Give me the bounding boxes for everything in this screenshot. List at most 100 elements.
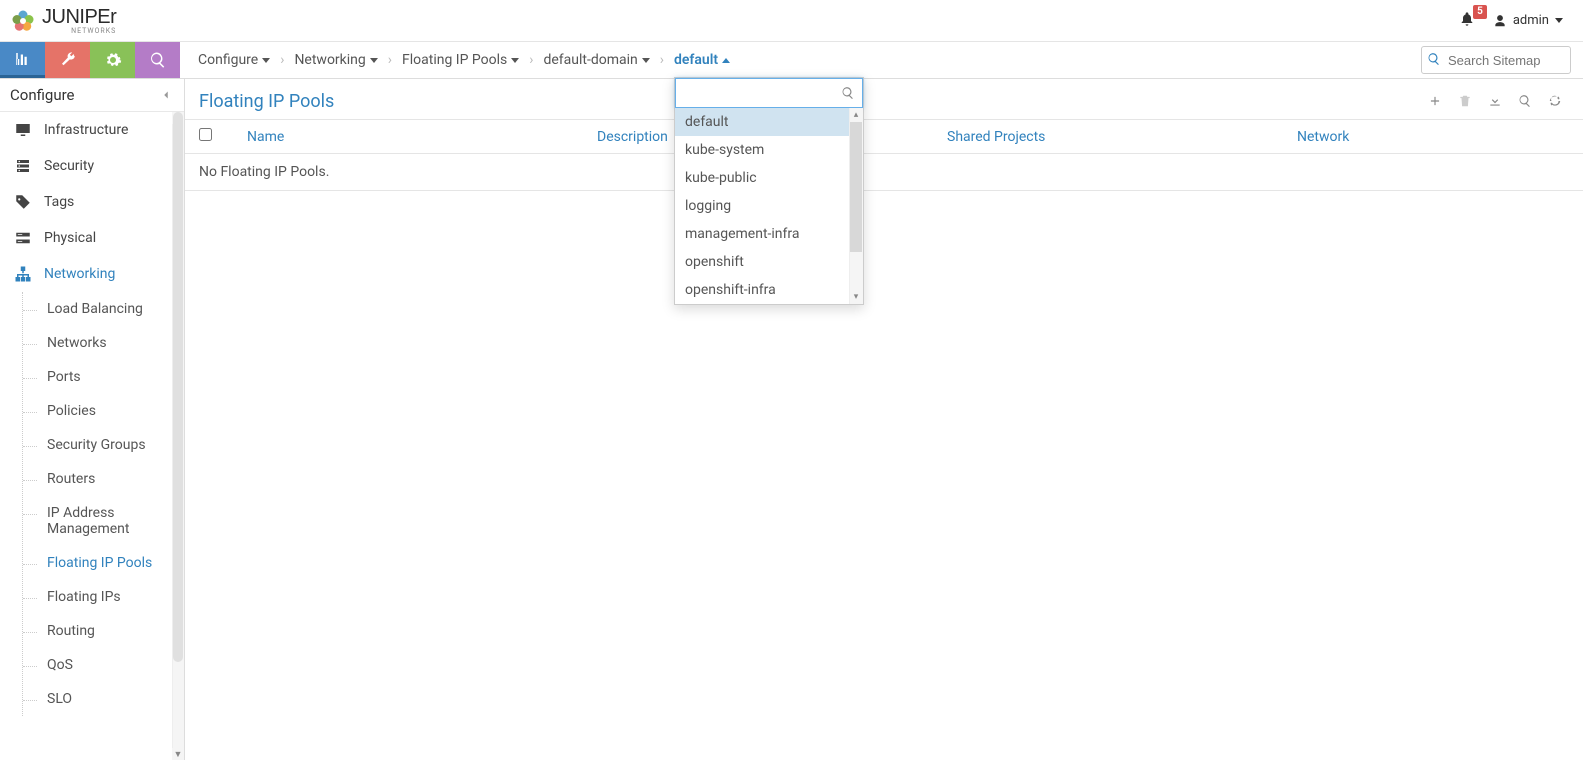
settings-mode-button[interactable] <box>90 42 135 78</box>
download-button[interactable] <box>1481 87 1509 115</box>
scroll-down-icon[interactable]: ▼ <box>172 748 184 760</box>
dropdown-option-list: default kube-system kube-public logging … <box>675 108 863 304</box>
search-button[interactable] <box>1511 87 1539 115</box>
configure-mode-button[interactable] <box>45 42 90 78</box>
action-toolbar <box>1421 87 1569 115</box>
dropdown-scroll-thumb[interactable] <box>850 122 862 252</box>
dropdown-option[interactable]: management-infra <box>675 220 849 248</box>
chevron-right-icon: › <box>388 52 392 68</box>
dropdown-option[interactable]: logging <box>675 192 849 220</box>
subnav-networks[interactable]: Networks <box>23 326 184 360</box>
notifications-button[interactable]: 5 <box>1459 11 1475 31</box>
subnav-routers[interactable]: Routers <box>23 462 184 496</box>
empty-state-message: No Floating IP Pools. <box>185 154 1583 191</box>
chevron-right-icon: › <box>660 52 664 68</box>
sidebar-scroll-area: Infrastructure Security Tags Physical Ne… <box>0 112 184 760</box>
wrench-icon <box>59 51 77 69</box>
mode-buttons <box>0 42 180 78</box>
dropdown-option[interactable]: openshift <box>675 248 849 276</box>
table-header-row: Name Description Shared Projects Network <box>185 119 1583 154</box>
sidebar-item-physical[interactable]: Physical <box>0 220 172 256</box>
refresh-button[interactable] <box>1541 87 1569 115</box>
crumb-floating-ip-pools[interactable]: Floating IP Pools <box>402 52 519 68</box>
caret-up-icon <box>722 58 730 63</box>
crumb-project[interactable]: default <box>674 52 730 68</box>
subnav-ports[interactable]: Ports <box>23 360 184 394</box>
logo-flower-icon <box>8 6 38 36</box>
content-header: Floating IP Pools <box>185 79 1583 119</box>
crumb-domain[interactable]: default-domain <box>543 52 649 68</box>
user-menu[interactable]: admin <box>1493 13 1563 28</box>
search-icon <box>1427 52 1441 66</box>
dropdown-option[interactable]: kube-system <box>675 136 849 164</box>
subnav-floating-ips[interactable]: Floating IPs <box>23 580 184 614</box>
sidebar-title: Configure <box>10 86 75 104</box>
search-icon <box>1518 94 1532 108</box>
select-all-checkbox-cell <box>199 128 247 145</box>
query-mode-button[interactable] <box>135 42 180 78</box>
caret-down-icon <box>262 58 270 63</box>
sitemap-icon <box>14 265 32 283</box>
subnav-policies[interactable]: Policies <box>23 394 184 428</box>
header-right: 5 admin <box>1459 11 1563 31</box>
gear-icon <box>104 51 122 69</box>
subnav-routing[interactable]: Routing <box>23 614 184 648</box>
caret-down-icon <box>511 58 519 63</box>
dropdown-option[interactable]: default <box>675 108 849 136</box>
subnav-security-groups[interactable]: Security Groups <box>23 428 184 462</box>
app-header: JUNIPEr NETWORKS 5 admin <box>0 0 1583 42</box>
brand-subtitle: NETWORKS <box>44 27 116 35</box>
dropdown-option[interactable]: kube-public <box>675 164 849 192</box>
monitor-mode-button[interactable] <box>0 42 45 78</box>
shield-icon <box>14 157 32 175</box>
sidebar-nav-list: Infrastructure Security Tags Physical Ne… <box>0 112 184 292</box>
page-title: Floating IP Pools <box>199 91 334 112</box>
sidebar-collapse-button[interactable] <box>156 85 176 105</box>
sidebar-scrollbar[interactable]: ▲ ▼ <box>172 112 184 760</box>
download-icon <box>1488 94 1502 108</box>
user-icon <box>1493 14 1507 28</box>
bar-chart-icon <box>14 50 32 68</box>
column-network[interactable]: Network <box>1297 129 1569 145</box>
brand-logo[interactable]: JUNIPEr NETWORKS <box>8 6 116 36</box>
tag-icon <box>14 193 32 211</box>
server-icon <box>14 229 32 247</box>
select-all-checkbox[interactable] <box>199 128 212 141</box>
username: admin <box>1513 13 1549 28</box>
toolbar-row: Configure › Networking › Floating IP Poo… <box>0 42 1583 79</box>
sidebar-item-security[interactable]: Security <box>0 148 172 184</box>
caret-down-icon <box>370 58 378 63</box>
notification-count-badge: 5 <box>1473 5 1487 19</box>
sitemap-search-input[interactable] <box>1421 46 1571 74</box>
sidebar-item-networking[interactable]: Networking <box>0 256 172 292</box>
search-icon <box>149 51 167 69</box>
column-name[interactable]: Name <box>247 129 597 145</box>
dropdown-search-input[interactable] <box>675 78 863 108</box>
dropdown-list-wrap: default kube-system kube-public logging … <box>675 108 863 304</box>
column-shared-projects[interactable]: Shared Projects <box>947 129 1297 145</box>
subnav-ip-address-management[interactable]: IP Address Management <box>23 496 184 546</box>
sidebar-item-infrastructure[interactable]: Infrastructure <box>0 112 172 148</box>
crumb-configure[interactable]: Configure <box>198 52 270 68</box>
project-dropdown-popover: default kube-system kube-public logging … <box>674 77 864 305</box>
scroll-down-icon[interactable]: ▾ <box>849 290 863 304</box>
subnav-floating-ip-pools[interactable]: Floating IP Pools <box>23 546 184 580</box>
delete-button[interactable] <box>1451 87 1479 115</box>
brand-name: JUNIPEr <box>42 6 116 28</box>
monitor-icon <box>14 121 32 139</box>
crumb-networking[interactable]: Networking <box>294 52 377 68</box>
sidebar-scroll-thumb[interactable] <box>173 112 183 662</box>
caret-down-icon <box>1555 18 1563 23</box>
chevron-right-icon: › <box>529 52 533 68</box>
add-button[interactable] <box>1421 87 1449 115</box>
content-area: Floating IP Pools Name Description Share… <box>185 79 1583 760</box>
scroll-up-icon[interactable]: ▴ <box>849 108 863 122</box>
refresh-icon <box>1548 94 1562 108</box>
dropdown-scrollbar[interactable]: ▴ ▾ <box>849 108 863 304</box>
subnav-load-balancing[interactable]: Load Balancing <box>23 292 184 326</box>
subnav-slo[interactable]: SLO <box>23 682 184 716</box>
subnav-qos[interactable]: QoS <box>23 648 184 682</box>
dropdown-option[interactable]: openshift-infra <box>675 276 849 304</box>
sidebar-subnav: Load Balancing Networks Ports Policies S… <box>22 292 184 716</box>
sidebar-item-tags[interactable]: Tags <box>0 184 172 220</box>
